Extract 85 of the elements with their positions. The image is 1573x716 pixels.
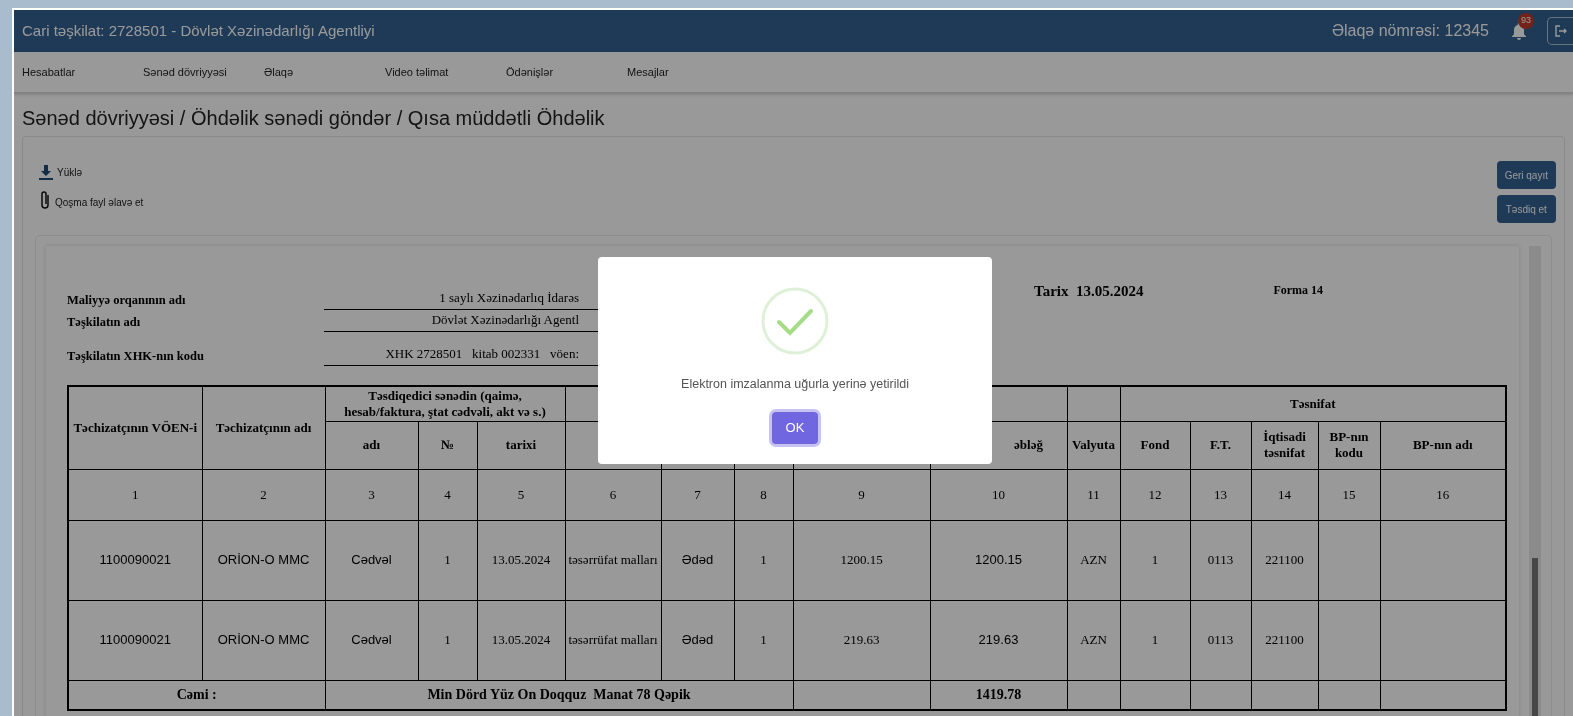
column-header: Valyuta [1067, 421, 1120, 469]
column-number: 4 [418, 469, 477, 520]
column-number: 3 [325, 469, 418, 520]
column-header: tarixi [477, 421, 565, 469]
column-number: 8 [734, 469, 793, 520]
table-cell: 219.63 [930, 600, 1067, 680]
table-cell: 1 [418, 520, 477, 600]
table-cell: Cədvəl [325, 520, 418, 600]
info-value: 1 saylı Xəzinədarlıq İdarəs [439, 289, 579, 305]
column-header: Təchizatçının adı [202, 386, 325, 469]
column-number: 9 [793, 469, 930, 520]
document-date: Tarix 13.05.2024 [1034, 282, 1144, 301]
dialog-message: Elektron imzalanma uğurla yerinə yetirildi [681, 376, 909, 393]
download-link[interactable]: Yüklə [39, 165, 144, 180]
column-header: adı [325, 421, 418, 469]
table-cell: 1 [734, 600, 793, 680]
table-cell: 0113 [1190, 520, 1251, 600]
table-cell: 219.63 [793, 600, 930, 680]
table-cell: 1 [418, 600, 477, 680]
column-number: 7 [661, 469, 734, 520]
table-cell: 221100 [1251, 520, 1318, 600]
table-cell: AZN [1067, 600, 1120, 680]
column-number: 6 [565, 469, 661, 520]
column-number: 14 [1251, 469, 1318, 520]
table-cell: AZN [1067, 520, 1120, 600]
table-cell: 1100090021 [68, 520, 202, 600]
paperclip-icon [39, 190, 51, 210]
table-cell: təsərrüfat malları [565, 520, 661, 600]
attachment-link[interactable]: Qoşma fayl əlavə et [39, 190, 144, 210]
organization-title: Cari təşkilat: 2728501 - Dövlət Xəzinədarlığı Agentliyi [22, 20, 375, 41]
column-number: 10 [930, 469, 1067, 520]
info-label: Təşkilatın XHK-nın kodu [67, 348, 205, 366]
column-header: Təchizatçının VÖEN-i [68, 386, 202, 469]
table-cell: 1 [1120, 600, 1190, 680]
nav-link[interactable]: Hesabatlar [22, 63, 143, 81]
column-number: 1 [68, 469, 202, 520]
form-number: Forma 14 [1273, 282, 1324, 299]
table-cell: 0113 [1190, 600, 1251, 680]
logout-icon [1554, 25, 1567, 37]
info-label: Maliyyə orqanının adı [67, 292, 187, 310]
page-heading: Sənəd dövriyyəsi / Öhdəlik sənədi göndər / Qısa müddətli Öhdəlik [21, 108, 606, 128]
table-cell: 1 [734, 520, 793, 600]
table-cell: 1200.15 [930, 520, 1067, 600]
notification-badge: 93 [1518, 13, 1534, 29]
column-header: BP-nın kodu [1318, 421, 1380, 469]
table-cell: təsərrüfat malları [565, 600, 661, 680]
back-button[interactable]: Geri qayıt [1496, 161, 1556, 189]
info-value: Dövlət Xəzinədarlığı Agentl [431, 311, 579, 327]
column-header: İqtisadi təsnifat [1251, 421, 1318, 469]
table-cell: 13.05.2024 [477, 520, 565, 600]
table-cell: Ədəd [661, 520, 734, 600]
info-value: XHK 2728501 kitab 002331 vöen: [385, 345, 579, 361]
column-header: № [418, 421, 477, 469]
nav-link[interactable]: Ödənişlər [506, 63, 627, 81]
table-cell: Ədəd [661, 600, 734, 680]
table-cell: 1100090021 [68, 600, 202, 680]
column-number: 5 [477, 469, 565, 520]
nav-link[interactable]: Mesajlar [627, 63, 748, 81]
info-label: Təşkilatın adı [67, 314, 142, 332]
column-number: 12 [1120, 469, 1190, 520]
nav-link[interactable]: Sənəd dövriyyəsi [143, 63, 264, 81]
success-check-icon [761, 287, 829, 355]
table-cell: 1 [1120, 520, 1190, 600]
download-icon [39, 165, 53, 180]
table-cell: ORİON-O MMC [202, 520, 325, 600]
nav-link[interactable]: Video təlimat [385, 63, 506, 81]
column-number: 15 [1318, 469, 1380, 520]
contact-number: Əlaqə nömrəsi: 12345 [1331, 21, 1489, 41]
scrollbar-thumb[interactable] [1532, 558, 1538, 716]
scrollbar-track[interactable] [1529, 246, 1541, 716]
ok-button[interactable]: OK [772, 411, 818, 444]
column-number: 13 [1190, 469, 1251, 520]
nav-link[interactable]: Əlaqə [264, 63, 385, 81]
table-cell: 221100 [1251, 600, 1318, 680]
column-header: F.T. [1190, 421, 1251, 469]
table-cell: 13.05.2024 [477, 600, 565, 680]
confirm-button[interactable]: Təsdiq et [1496, 195, 1556, 223]
table-cell: ORİON-O MMC [202, 600, 325, 680]
column-number: 2 [202, 469, 325, 520]
table-cell: Cədvəl [325, 600, 418, 680]
logout-button[interactable] [1547, 17, 1573, 45]
column-header: Fond [1120, 421, 1190, 469]
column-header: Təsdiqedici sənədin (qaimə, hesab/faktura, ştat cədvəli, akt və s.) [325, 386, 565, 421]
column-number: 11 [1067, 469, 1120, 520]
table-cell: 1200.15 [793, 520, 930, 600]
